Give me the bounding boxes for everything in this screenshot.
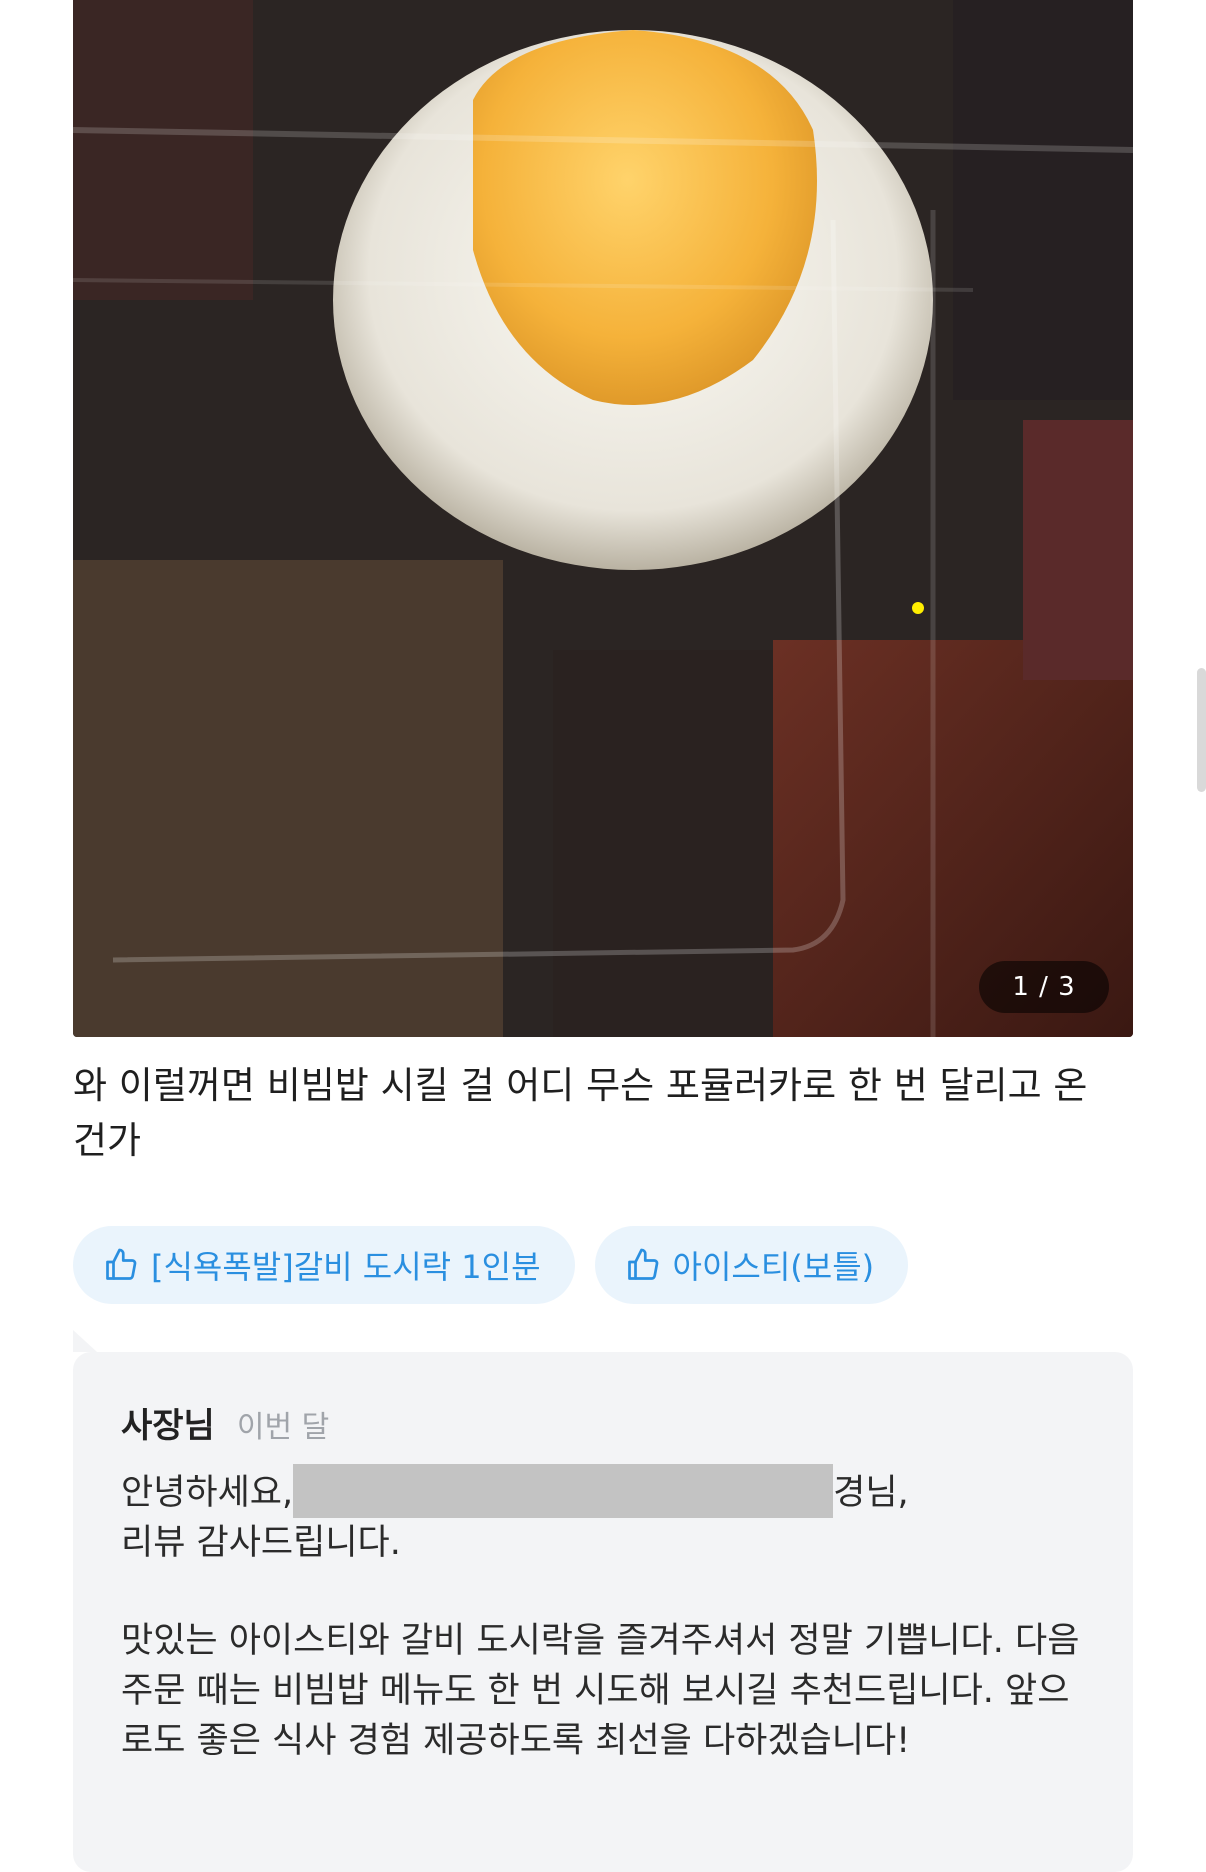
review-text: 와 이럴꺼면 비빔밥 시킬 걸 어디 무슨 포뮬러카로 한 번 달리고 온 건가 (73, 1064, 1088, 1162)
scrollbar-thumb[interactable] (1197, 668, 1206, 792)
thumbs-up-icon (103, 1247, 139, 1283)
reply-greeting-suffix: 경님, (833, 1473, 909, 1513)
review-photo[interactable]: 1 / 3 (73, 0, 1133, 1037)
reply-message: 맛있는 아이스티와 갈비 도시락을 즐겨주셔서 정말 기쁩니다. 다음 주문 때… (121, 1621, 1080, 1761)
thumbs-up-icon (625, 1247, 661, 1283)
reply-body: 안녕하세요, 경님, 리뷰 감사드립니다. 맛있는 아이스티와 갈비 도시락을 즐… (121, 1464, 1101, 1766)
menu-tag-galbi-dosirak[interactable]: [식욕폭발]갈비 도시락 1인분 (73, 1226, 575, 1304)
reply-greeting-prefix: 안녕하세요, (121, 1473, 294, 1513)
redacted-name (293, 1464, 834, 1518)
owner-reply: 사장님 이번 달 안녕하세요, 경님, 리뷰 감사드립니다. 맛있는 아이스티와 … (73, 1352, 1133, 1872)
reply-date: 이번 달 (236, 1410, 330, 1445)
menu-tag-label: 아이스티(보틀) (672, 1248, 875, 1286)
menu-tag-iced-tea[interactable]: 아이스티(보틀) (594, 1226, 909, 1304)
reply-author: 사장님 (121, 1406, 215, 1446)
menu-tag-list: [식욕폭발]갈비 도시락 1인분 아이스티(보틀) (73, 1226, 909, 1304)
reply-greeting: 안녕하세요, 경님, (121, 1464, 1101, 1518)
reply-notch (73, 1330, 97, 1352)
menu-tag-label: [식욕폭발]갈비 도시락 1인분 (151, 1248, 541, 1286)
review-photo-image (73, 0, 1133, 1037)
reply-thanks: 리뷰 감사드립니다. (121, 1523, 401, 1563)
reply-header: 사장님 이번 달 (121, 1398, 329, 1447)
photo-page-counter: 1 / 3 (979, 961, 1109, 1013)
